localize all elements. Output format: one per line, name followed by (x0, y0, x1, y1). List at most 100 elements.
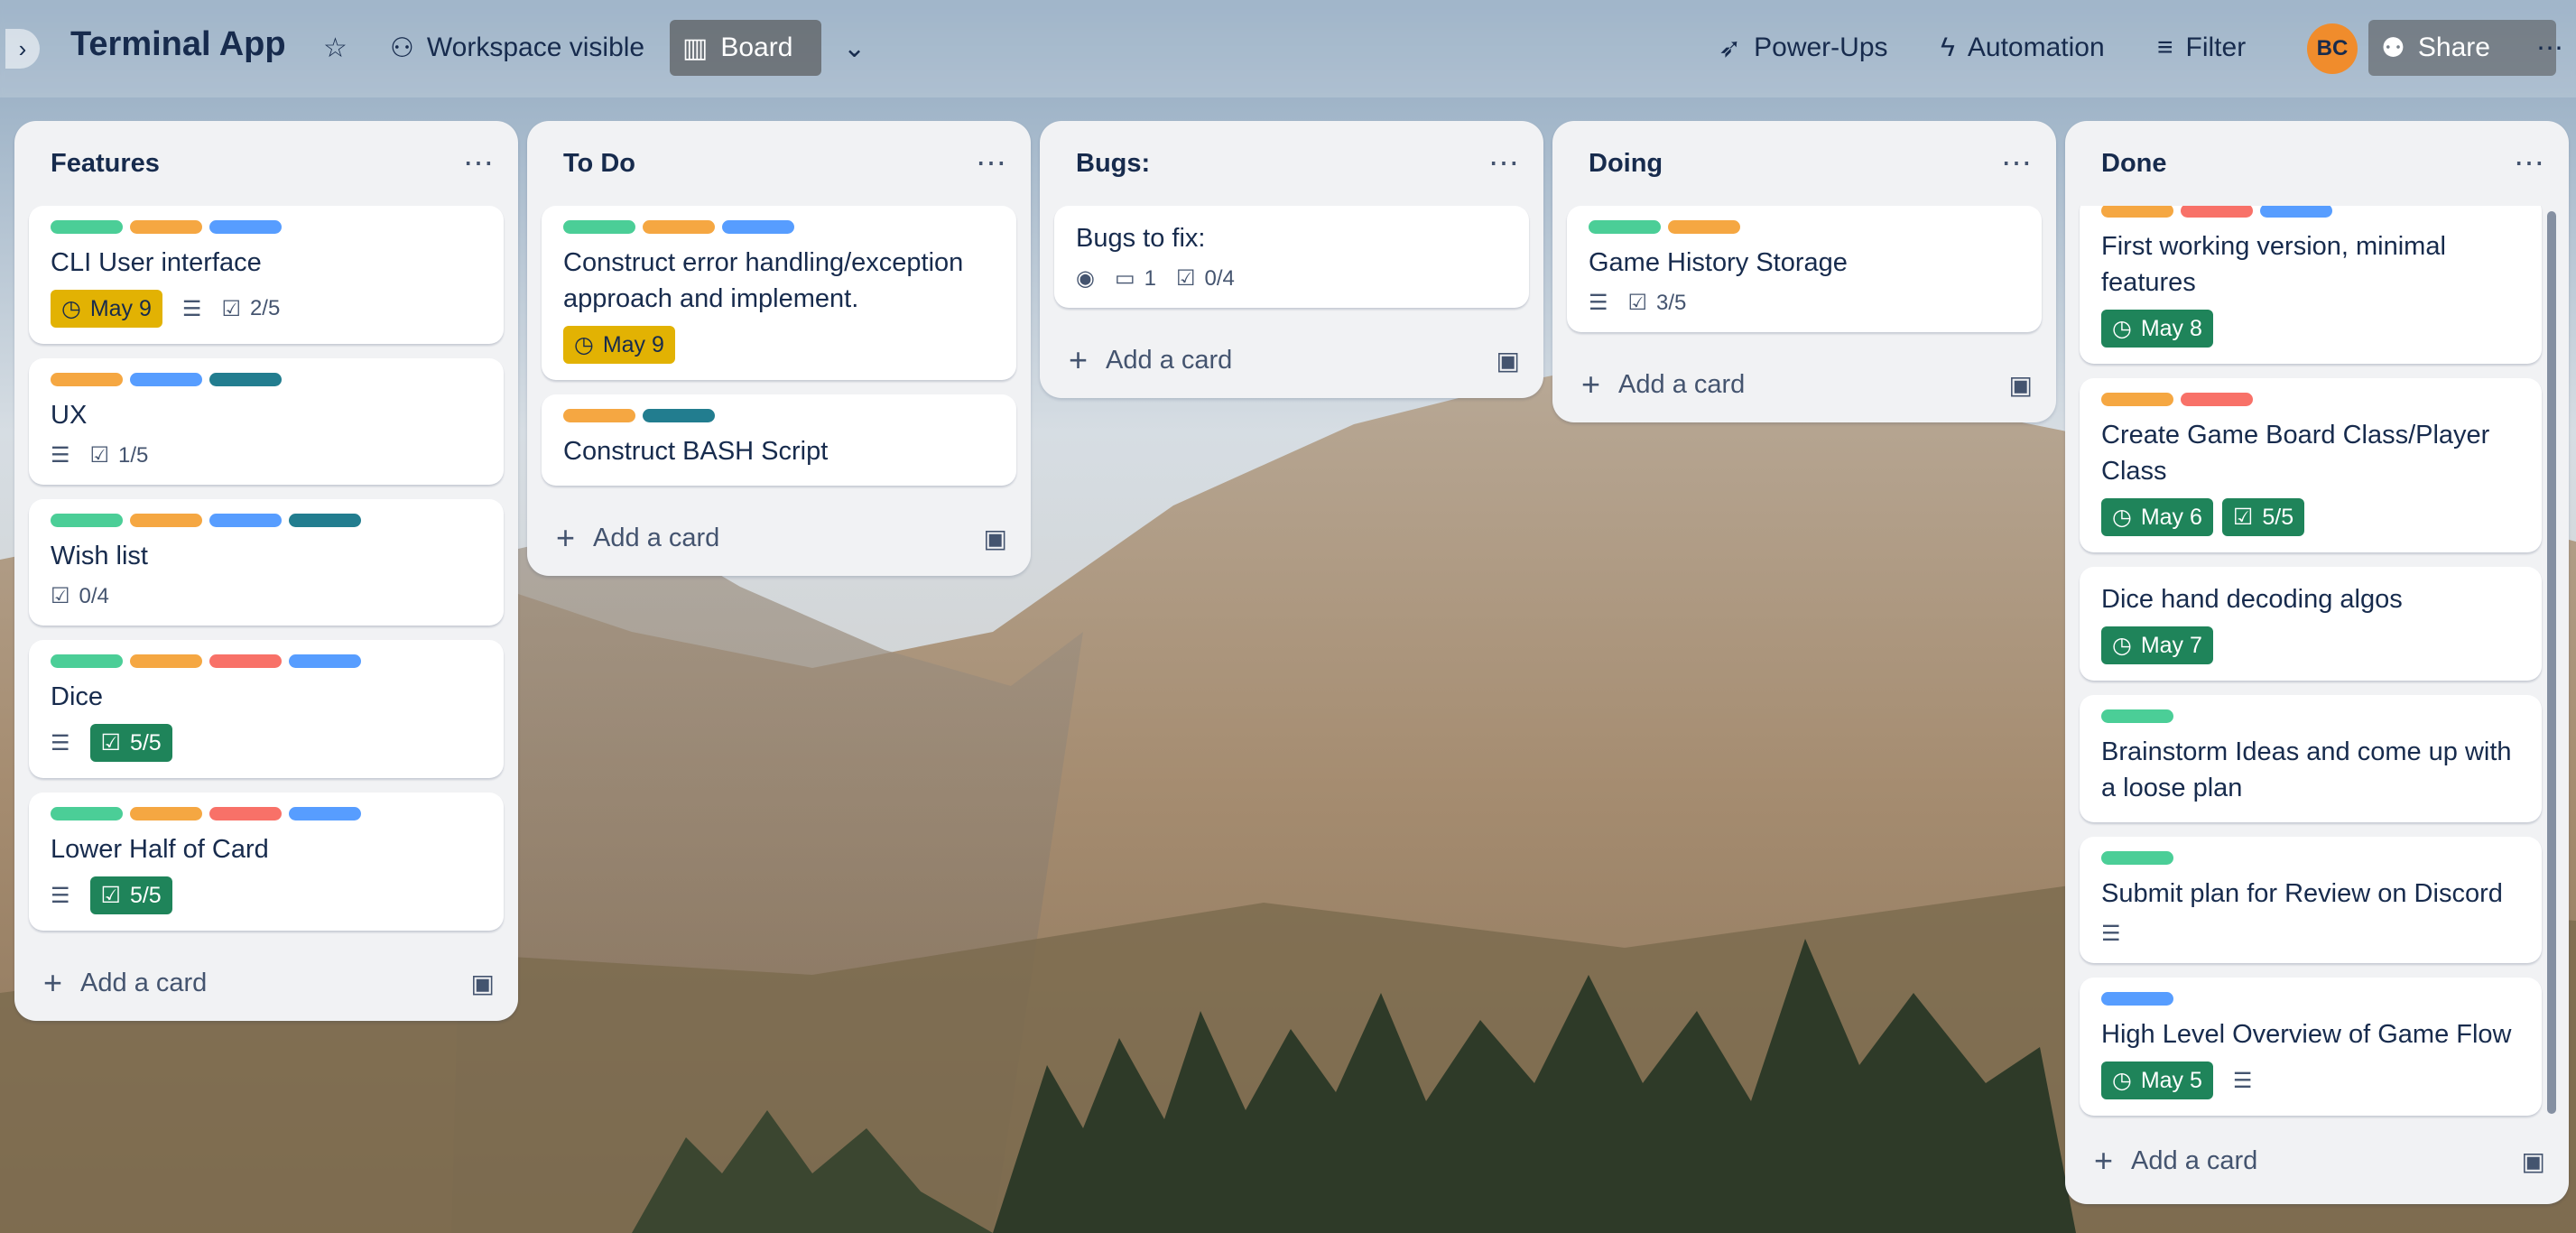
board-view-button[interactable]: ▥ Board (670, 20, 821, 76)
board-title[interactable]: Terminal App (70, 25, 286, 64)
workspace-visible-button[interactable]: ⚇ Workspace visible (377, 20, 657, 76)
label-blue[interactable] (209, 220, 282, 234)
card-title: Submit plan for Review on Discord (2101, 879, 2503, 908)
sidebar-toggle-button[interactable]: › (5, 29, 40, 69)
due-date-badge[interactable]: ◷ May 9 (563, 326, 675, 364)
label-green[interactable] (51, 514, 123, 527)
card-submit-plan[interactable]: Submit plan for Review on Discord ☰ (2080, 837, 2542, 963)
label-orange[interactable] (51, 373, 123, 386)
add-card-button[interactable]: + Add a card ▣ (1040, 322, 1543, 398)
label-orange[interactable] (2101, 393, 2173, 406)
card-ux[interactable]: UX ☰ ☑ 1/5 (29, 358, 504, 485)
rocket-icon: ➶ (1719, 32, 1742, 63)
create-from-template-icon[interactable]: ▣ (2522, 1146, 2545, 1176)
list-menu-button[interactable]: ⋯ (2001, 145, 2033, 181)
label-teal[interactable] (209, 373, 282, 386)
board-menu-button[interactable]: ⋯ (2524, 20, 2576, 76)
view-switcher-button[interactable]: ⌄ (830, 20, 878, 76)
label-red[interactable] (2181, 206, 2253, 218)
label-orange[interactable] (2101, 206, 2173, 218)
card-title: Lower Half of Card (51, 835, 269, 864)
label-green[interactable] (51, 807, 123, 820)
label-green[interactable] (51, 220, 123, 234)
avatar[interactable]: BC (2307, 23, 2358, 74)
label-blue[interactable] (722, 220, 794, 234)
create-from-template-icon[interactable]: ▣ (471, 969, 495, 998)
add-card-button[interactable]: + Add a card ▣ (1552, 347, 2056, 422)
power-ups-button[interactable]: ➶ Power-Ups (1706, 20, 1901, 76)
list-title[interactable]: Bugs: (1076, 149, 1150, 179)
label-blue[interactable] (289, 807, 361, 820)
create-from-template-icon[interactable]: ▣ (2009, 370, 2033, 400)
checkbox-icon: ☑ (100, 883, 121, 908)
label-blue[interactable] (289, 654, 361, 668)
label-orange[interactable] (130, 807, 202, 820)
create-from-template-icon[interactable]: ▣ (1496, 346, 1520, 375)
list-menu-button[interactable]: ⋯ (2514, 145, 2545, 181)
card-game-history-storage[interactable]: Game History Storage ☰ ☑ 3/5 (1567, 206, 2042, 332)
label-blue[interactable] (2260, 206, 2332, 218)
add-card-button[interactable]: + Add a card ▣ (2065, 1123, 2569, 1199)
list-menu-button[interactable]: ⋯ (1488, 145, 1520, 181)
due-date-text: May 9 (602, 331, 664, 357)
star-icon: ☆ (323, 32, 347, 63)
label-orange[interactable] (130, 654, 202, 668)
add-card-button[interactable]: + Add a card ▣ (14, 945, 518, 1021)
label-red[interactable] (2181, 393, 2253, 406)
list-title[interactable]: Done (2101, 149, 2167, 179)
due-date-badge[interactable]: ◷ May 5 (2101, 1061, 2213, 1099)
card-bugs-to-fix[interactable]: Bugs to fix: ◉ ▭ 1 ☑ 0/4 (1054, 206, 1529, 308)
label-blue[interactable] (209, 514, 282, 527)
label-blue[interactable] (130, 373, 202, 386)
label-orange[interactable] (130, 220, 202, 234)
plus-icon: + (2094, 1142, 2114, 1179)
checklist-badge: ☑ 0/4 (51, 583, 109, 609)
label-red[interactable] (209, 807, 282, 820)
create-from-template-icon[interactable]: ▣ (984, 524, 1007, 553)
card-construct-bash-script[interactable]: Construct BASH Script (542, 394, 1016, 486)
filter-button[interactable]: ≡ Filter (2145, 20, 2258, 76)
label-orange[interactable] (563, 409, 635, 422)
card-brainstorm-ideas[interactable]: Brainstorm Ideas and come up with a loos… (2080, 695, 2542, 822)
card-cli-user-interface[interactable]: CLI User interface ◷ May 9 ☰ ☑ 2/5 (29, 206, 504, 344)
card-title: Bugs to fix: (1076, 224, 1206, 253)
add-card-button[interactable]: + Add a card ▣ (527, 500, 1031, 576)
label-teal[interactable] (289, 514, 361, 527)
card-dice-hand-decoding[interactable]: Dice hand decoding algos ◷ May 7 (2080, 567, 2542, 681)
label-green[interactable] (2101, 851, 2173, 865)
star-button[interactable]: ☆ (310, 20, 360, 76)
card-wish-list[interactable]: Wish list ☑ 0/4 (29, 499, 504, 626)
label-orange[interactable] (1668, 220, 1740, 234)
description-icon: ☰ (2101, 922, 2121, 946)
due-date-badge[interactable]: ◷ May 8 (2101, 310, 2213, 348)
label-green[interactable] (563, 220, 635, 234)
checklist-count: 2/5 (249, 296, 281, 320)
label-green[interactable] (51, 654, 123, 668)
clock-icon: ◷ (2112, 1068, 2132, 1093)
label-teal[interactable] (643, 409, 715, 422)
label-orange[interactable] (130, 514, 202, 527)
due-date-badge[interactable]: ◷ May 6 (2101, 498, 2213, 536)
card-create-game-board-class[interactable]: Create Game Board Class/Player Class ◷ Ma… (2080, 378, 2542, 552)
list-menu-button[interactable]: ⋯ (463, 145, 495, 181)
label-green[interactable] (2101, 709, 2173, 723)
label-blue[interactable] (2101, 992, 2173, 1006)
label-green[interactable] (1589, 220, 1661, 234)
label-orange[interactable] (643, 220, 715, 234)
due-date-badge[interactable]: ◷ May 9 (51, 290, 162, 328)
list-title[interactable]: To Do (563, 149, 635, 179)
checklist-badge: ☑ 1/5 (90, 442, 149, 468)
label-red[interactable] (209, 654, 282, 668)
list-scrollbar[interactable] (2547, 211, 2556, 1114)
due-date-badge[interactable]: ◷ May 7 (2101, 626, 2213, 664)
card-high-level-overview[interactable]: High Level Overview of Game Flow ◷ May 5 … (2080, 978, 2542, 1116)
card-construct-error-handling[interactable]: Construct error handling/exception appro… (542, 206, 1016, 380)
card-lower-half-of-card[interactable]: Lower Half of Card ☰ ☑ 5/5 (29, 793, 504, 931)
list-menu-button[interactable]: ⋯ (976, 145, 1007, 181)
checklist-count: 3/5 (1656, 290, 1687, 315)
list-title[interactable]: Features (51, 149, 160, 179)
card-dice[interactable]: Dice ☰ ☑ 5/5 (29, 640, 504, 778)
automation-button[interactable]: ϟ Automation (1928, 20, 2117, 76)
card-first-working-version[interactable]: First working version, minimal features … (2080, 206, 2542, 364)
list-title[interactable]: Doing (1589, 149, 1663, 179)
